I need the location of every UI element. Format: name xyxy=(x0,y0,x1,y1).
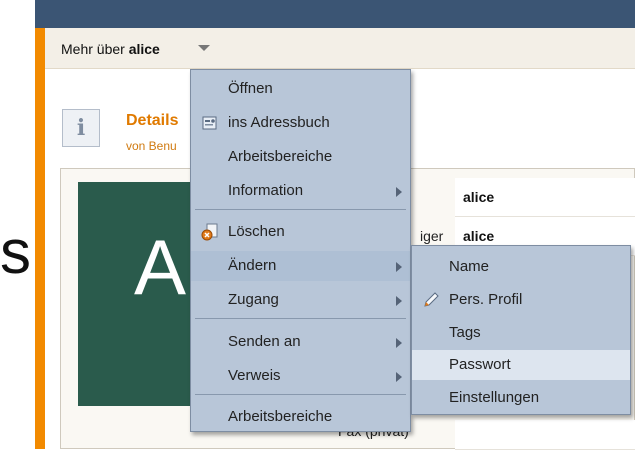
table-label: iger xyxy=(420,228,444,244)
menu-separator xyxy=(195,394,406,395)
menu-item-aendern[interactable]: Ändern xyxy=(191,251,410,281)
menu-item-label: Name xyxy=(449,258,490,275)
section-subtitle: von Benu xyxy=(126,139,177,153)
menu-item-arbeitsbereiche-2[interactable]: Arbeitsbereiche xyxy=(191,402,410,432)
avatar-letter: A xyxy=(134,223,187,311)
page-header: Mehr über alice xyxy=(45,28,635,69)
cut-text: s xyxy=(0,218,31,287)
table-row: alice xyxy=(455,178,635,217)
chevron-right-icon xyxy=(396,296,402,306)
delete-icon xyxy=(201,223,218,241)
chevron-right-icon xyxy=(396,372,402,382)
menu-separator xyxy=(195,318,406,319)
menu-item-label: Verweis xyxy=(228,367,281,384)
section-title: Details xyxy=(126,112,179,129)
submenu-aendern: Name Pers. Profil Tags Passwort Einstell… xyxy=(411,245,631,415)
mehr-ueber-label[interactable]: Mehr über alice xyxy=(61,41,160,57)
submenu-item-pers-profil[interactable]: Pers. Profil xyxy=(412,285,630,315)
menu-item-senden-an[interactable]: Senden an xyxy=(191,327,410,357)
address-book-icon xyxy=(202,116,217,130)
menu-item-label: Ändern xyxy=(228,257,277,274)
info-icon: i xyxy=(62,109,100,147)
mehr-user: alice xyxy=(128,41,160,57)
context-menu: Öffnen ins Adressbuch Arbeitsbereiche In… xyxy=(190,69,411,432)
menu-item-label: Arbeitsbereiche xyxy=(228,148,333,165)
menu-item-label: Passwort xyxy=(449,356,511,373)
menu-item-label: Löschen xyxy=(228,223,285,240)
menu-item-adressbuch[interactable]: ins Adressbuch xyxy=(191,108,410,138)
menu-item-verweis[interactable]: Verweis xyxy=(191,361,410,391)
menu-item-zugang[interactable]: Zugang xyxy=(191,285,410,315)
chevron-right-icon xyxy=(396,262,402,272)
menu-item-label: Zugang xyxy=(228,291,279,308)
menu-item-label: Information xyxy=(228,182,304,199)
submenu-item-einstellungen[interactable]: Einstellungen xyxy=(412,383,630,413)
menu-item-information[interactable]: Information xyxy=(191,176,410,206)
table-value: alice xyxy=(463,228,495,244)
menu-item-label: Tags xyxy=(449,324,481,341)
menu-item-label: Pers. Profil xyxy=(449,291,523,308)
chevron-right-icon xyxy=(396,187,402,197)
menu-item-oeffnen[interactable]: Öffnen xyxy=(191,74,410,104)
table-row xyxy=(455,420,635,450)
pencil-icon xyxy=(424,292,439,307)
menu-item-label: Öffnen xyxy=(228,80,273,97)
top-bar xyxy=(35,0,635,28)
menu-item-loeschen[interactable]: Löschen xyxy=(191,217,410,247)
submenu-item-name[interactable]: Name xyxy=(412,252,630,282)
table-value: alice xyxy=(463,189,495,205)
chevron-down-icon[interactable] xyxy=(198,45,210,51)
menu-item-label: Einstellungen xyxy=(449,389,540,406)
menu-item-arbeitsbereiche[interactable]: Arbeitsbereiche xyxy=(191,142,410,172)
menu-item-label: Senden an xyxy=(228,333,301,350)
submenu-item-passwort[interactable]: Passwort xyxy=(412,350,630,380)
menu-separator xyxy=(195,209,406,210)
submenu-item-tags[interactable]: Tags xyxy=(412,318,630,348)
menu-item-label: ins Adressbuch xyxy=(228,114,330,131)
menu-item-label: Arbeitsbereiche xyxy=(228,408,333,425)
left-accent-strip xyxy=(35,28,45,449)
mehr-prefix: Mehr über xyxy=(61,41,125,57)
chevron-right-icon xyxy=(396,338,402,348)
